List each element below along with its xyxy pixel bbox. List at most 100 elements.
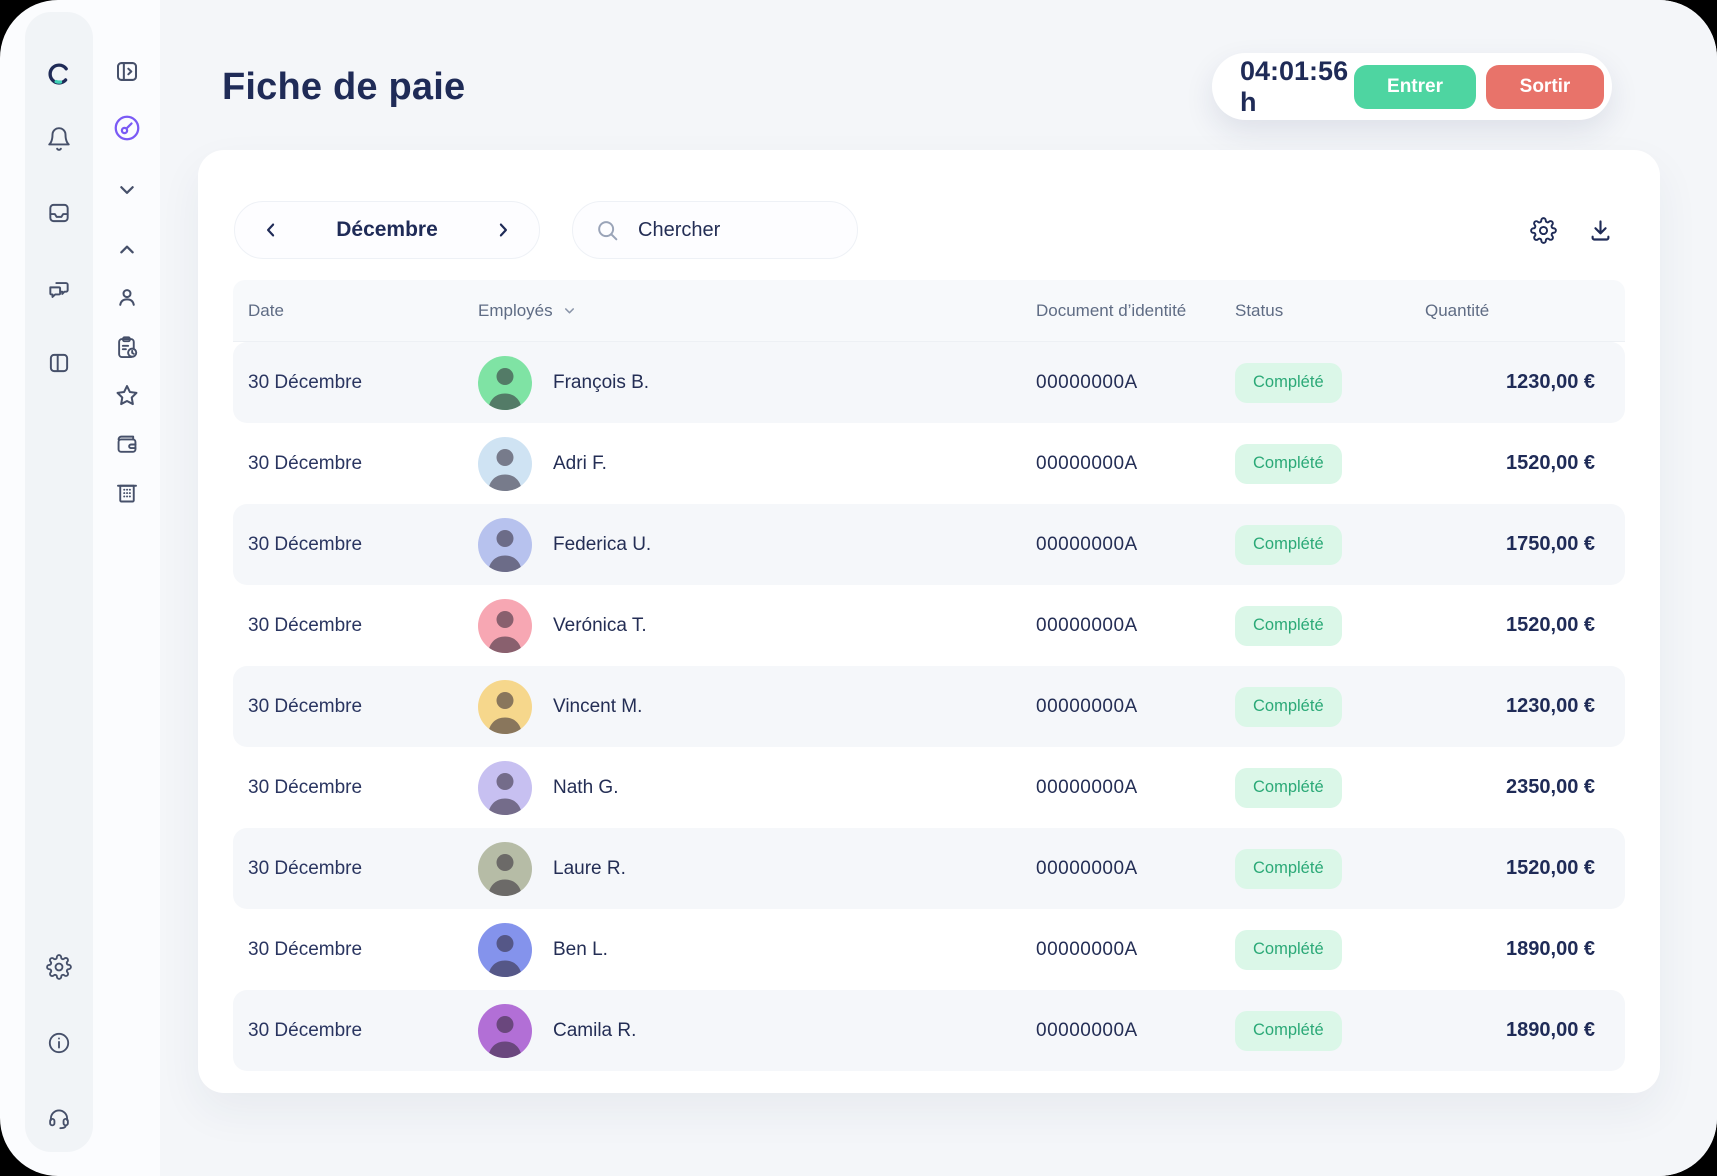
- chevron-down-icon[interactable]: [114, 176, 141, 203]
- status-badge: Complété: [1235, 363, 1342, 403]
- table-row[interactable]: 30 Décembre Vincent M. 00000000A Complét…: [233, 666, 1625, 747]
- row-date: 30 Décembre: [233, 777, 478, 799]
- document-id: 00000000A: [1036, 939, 1235, 961]
- main-area: Fiche de paie 04:01:56 h Entrer Sortir D…: [160, 0, 1717, 1176]
- expand-sidebar-icon[interactable]: [114, 58, 141, 85]
- document-id: 00000000A: [1036, 453, 1235, 475]
- avatar: [478, 761, 532, 815]
- download-icon[interactable]: [1587, 217, 1614, 244]
- next-month-button[interactable]: [493, 220, 513, 240]
- employee-name: Laure R.: [553, 858, 1036, 880]
- employee-name: Vincent M.: [553, 696, 1036, 718]
- document-id: 00000000A: [1036, 777, 1235, 799]
- chat-icon[interactable]: [46, 276, 72, 302]
- previous-month-button[interactable]: [261, 220, 281, 240]
- table-header: Date Employés Document d’identité Status…: [233, 280, 1625, 342]
- clock-in-button[interactable]: Entrer: [1354, 65, 1476, 109]
- building-icon[interactable]: [114, 479, 141, 506]
- table-body: 30 Décembre François B. 00000000A Complé…: [233, 342, 1625, 1071]
- app-window: Fiche de paie 04:01:56 h Entrer Sortir D…: [0, 0, 1717, 1176]
- column-header-quantity: Quantité: [1425, 301, 1625, 321]
- table-row[interactable]: 30 Décembre Adri F. 00000000A Complété 1…: [233, 423, 1625, 504]
- secondary-icon-rail: [94, 0, 160, 1176]
- column-header-date: Date: [233, 301, 478, 321]
- status-badge: Complété: [1235, 606, 1342, 646]
- status-badge: Complété: [1235, 849, 1342, 889]
- row-date: 30 Décembre: [233, 1020, 478, 1042]
- status-badge: Complété: [1235, 444, 1342, 484]
- amount: 1230,00 €: [1425, 695, 1625, 718]
- left-icon-rail: [25, 12, 93, 1152]
- row-date: 30 Décembre: [233, 696, 478, 718]
- page-title: Fiche de paie: [222, 66, 465, 109]
- timer-value: 04:01:56 h: [1240, 56, 1354, 118]
- avatar: [478, 518, 532, 572]
- app-logo: [46, 61, 72, 87]
- search-input[interactable]: [636, 218, 800, 243]
- employee-name: Federica U.: [553, 534, 1036, 556]
- avatar: [478, 437, 532, 491]
- payroll-card: Décembre: [198, 150, 1660, 1093]
- table-row[interactable]: 30 Décembre Camila R. 00000000A Complété…: [233, 990, 1625, 1071]
- row-date: 30 Décembre: [233, 858, 478, 880]
- search-box: [572, 201, 858, 259]
- table-row[interactable]: 30 Décembre François B. 00000000A Complé…: [233, 342, 1625, 423]
- row-date: 30 Décembre: [233, 372, 478, 394]
- amount: 2350,00 €: [1425, 776, 1625, 799]
- gear-icon[interactable]: [46, 954, 72, 980]
- employee-name: Nath G.: [553, 777, 1036, 799]
- amount: 1890,00 €: [1425, 1019, 1625, 1042]
- amount: 1520,00 €: [1425, 452, 1625, 475]
- document-id: 00000000A: [1036, 615, 1235, 637]
- employee-name: Camila R.: [553, 1020, 1036, 1042]
- wallet-icon[interactable]: [114, 431, 141, 458]
- bell-icon[interactable]: [46, 126, 72, 152]
- info-icon[interactable]: [46, 1030, 72, 1056]
- avatar: [478, 356, 532, 410]
- document-id: 00000000A: [1036, 696, 1235, 718]
- amount: 1890,00 €: [1425, 938, 1625, 961]
- chevron-up-icon[interactable]: [114, 236, 141, 263]
- search-icon: [595, 218, 620, 243]
- row-date: 30 Décembre: [233, 939, 478, 961]
- document-id: 00000000A: [1036, 534, 1235, 556]
- panels-icon[interactable]: [46, 350, 72, 376]
- status-badge: Complété: [1235, 687, 1342, 727]
- avatar: [478, 599, 532, 653]
- table-row[interactable]: 30 Décembre Laure R. 00000000A Complété …: [233, 828, 1625, 909]
- payroll-table: Date Employés Document d’identité Status…: [233, 280, 1625, 1071]
- table-row[interactable]: 30 Décembre Verónica T. 00000000A Complé…: [233, 585, 1625, 666]
- settings-icon[interactable]: [1530, 217, 1557, 244]
- employee-name: François B.: [553, 372, 1036, 394]
- column-header-employees: Employés: [478, 301, 1036, 321]
- table-row[interactable]: 30 Décembre Federica U. 00000000A Complé…: [233, 504, 1625, 585]
- clock-out-button[interactable]: Sortir: [1486, 65, 1604, 109]
- employee-name: Verónica T.: [553, 615, 1036, 637]
- avatar: [478, 923, 532, 977]
- headset-icon[interactable]: [46, 1105, 72, 1131]
- avatar: [478, 1004, 532, 1058]
- gauge-icon[interactable]: [112, 113, 142, 143]
- amount: 1230,00 €: [1425, 371, 1625, 394]
- star-icon[interactable]: [114, 382, 141, 409]
- column-header-status: Status: [1235, 301, 1425, 321]
- row-date: 30 Décembre: [233, 453, 478, 475]
- row-date: 30 Décembre: [233, 534, 478, 556]
- sort-chevron-icon[interactable]: [562, 303, 577, 318]
- month-label: Décembre: [336, 218, 438, 242]
- table-row[interactable]: 30 Décembre Nath G. 00000000A Complété 2…: [233, 747, 1625, 828]
- clipboard-clock-icon[interactable]: [114, 334, 141, 361]
- inbox-icon[interactable]: [46, 200, 72, 226]
- month-selector: Décembre: [234, 201, 540, 259]
- avatar: [478, 680, 532, 734]
- column-header-document: Document d’identité: [1036, 301, 1235, 321]
- amount: 1520,00 €: [1425, 614, 1625, 637]
- status-badge: Complété: [1235, 930, 1342, 970]
- document-id: 00000000A: [1036, 858, 1235, 880]
- amount: 1520,00 €: [1425, 857, 1625, 880]
- status-badge: Complété: [1235, 525, 1342, 565]
- table-row[interactable]: 30 Décembre Ben L. 00000000A Complété 18…: [233, 909, 1625, 990]
- person-icon[interactable]: [114, 284, 141, 311]
- employee-name: Ben L.: [553, 939, 1036, 961]
- avatar: [478, 842, 532, 896]
